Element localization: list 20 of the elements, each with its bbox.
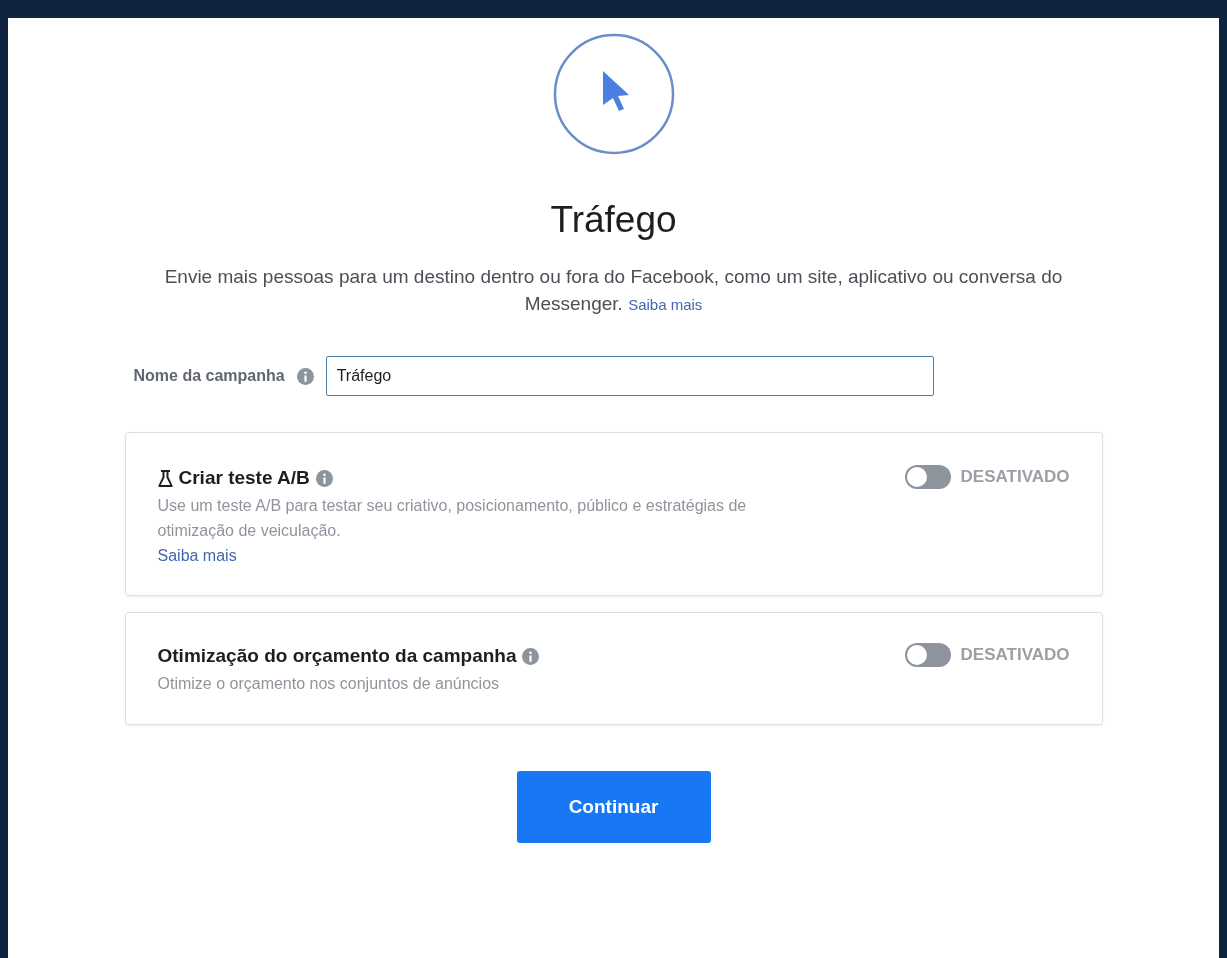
toggle-switch[interactable] [904,465,951,489]
info-icon[interactable] [315,469,333,487]
card-title: Criar teste A/B [178,467,310,489]
card-description: Otimize o orçamento nos conjuntos de anúncios [157,674,501,694]
learn-more-link[interactable]: Saiba mais [628,296,703,313]
campaign-name-field[interactable]: Tráfego [325,356,934,396]
info-icon[interactable] [296,367,314,385]
toggle-label: DESATIVADO [960,645,1070,665]
card-description: Use um teste A/B para testar seu criativo, posicionamento, público e estratégias de otimização de veiculação. [157,496,748,541]
toggle-switch[interactable] [904,643,951,667]
learn-more-link[interactable]: Saiba mais [157,547,778,565]
field-label: Nome da campanha [133,367,285,385]
card-title: Otimização do orçamento da campanha [157,645,517,667]
cursor-icon [552,33,675,155]
objective-description: Envie mais pessoas para um destino dentro ou fora do Facebook, como um site, aplicativo ou conversa do Messenger. Saiba mais [163,265,1064,316]
page-title: Tráfego [550,199,677,241]
flask-icon [157,469,173,487]
toggle-label: DESATIVADO [960,467,1070,487]
info-icon[interactable] [522,647,540,665]
continue-button[interactable]: Continuar [516,771,711,843]
